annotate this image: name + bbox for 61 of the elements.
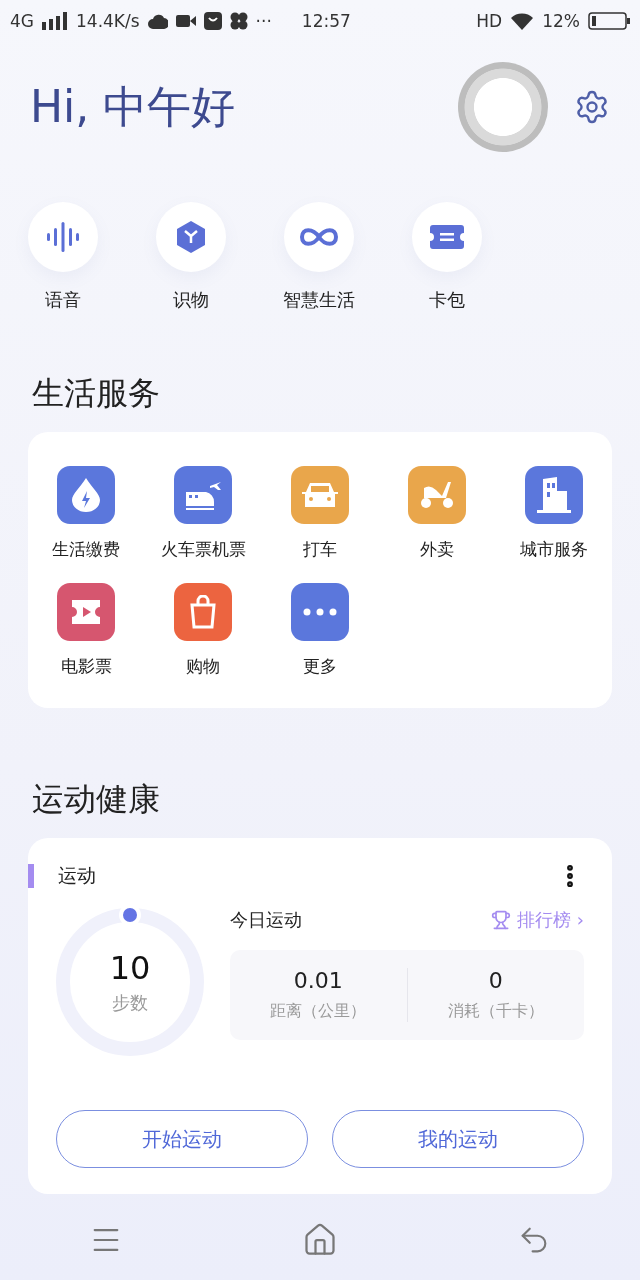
quick-action-label: 智慧生活 (283, 288, 355, 312)
trophy-icon (491, 910, 512, 930)
wifi-icon (510, 12, 535, 30)
bag-icon (203, 12, 222, 30)
infinity-icon (299, 226, 339, 248)
service-tile[interactable] (291, 583, 349, 641)
greeting: Hi, 中午好 (30, 79, 236, 134)
signal-icon (42, 12, 68, 30)
service-tile[interactable] (174, 583, 233, 641)
accent-bar (28, 864, 34, 888)
card-title: 运动 (58, 863, 97, 888)
stat-value: 0.01 (293, 968, 343, 993)
service-label: 电影票 (60, 655, 112, 678)
steps-count: 10 (109, 949, 151, 987)
today-label: 今日运动 (230, 908, 302, 932)
sport-button[interactable]: 开始运动 (56, 1110, 308, 1168)
voice-wave-icon (46, 222, 80, 252)
train-plane-icon (184, 480, 223, 510)
cube-icon (176, 221, 206, 253)
service-label: 外卖 (419, 538, 454, 561)
water-drop-icon (72, 478, 101, 512)
service-tile[interactable] (174, 466, 233, 524)
network-speed: 14.4K/s (76, 11, 140, 31)
service-tile[interactable] (407, 466, 466, 524)
service-tile[interactable] (291, 466, 349, 524)
sport-button[interactable]: 我的运动 (332, 1110, 584, 1168)
car-icon (302, 481, 338, 509)
more-dots-icon (303, 608, 337, 616)
stat-value: 0 (488, 968, 503, 993)
progress-dot (123, 908, 137, 922)
video-camera-icon (175, 14, 196, 28)
service-label: 打车 (303, 538, 337, 561)
service-label: 更多 (303, 655, 337, 678)
fan-icon (229, 12, 248, 30)
clock: 12:57 (301, 11, 351, 31)
service-label: 城市服务 (519, 538, 588, 561)
stat-label: 消耗（千卡） (447, 1001, 544, 1022)
service-tile[interactable] (57, 583, 116, 641)
network-type: 4G (10, 11, 34, 31)
section-title: 生活服务 (32, 373, 161, 414)
quick-action-label: 识物 (173, 288, 209, 312)
service-label: 火车票机票 (160, 538, 246, 561)
home-icon[interactable] (302, 1222, 338, 1258)
battery-percentage: 12% (542, 11, 580, 31)
section-title: 运动健康 (32, 779, 161, 820)
building-icon (536, 477, 571, 513)
service-label: 购物 (186, 655, 221, 678)
ticket-icon (430, 225, 464, 249)
quick-action-label: 卡包 (429, 288, 465, 312)
cloud-icon (147, 13, 168, 29)
more-notifications: ··· (255, 11, 272, 31)
hd-indicator: HD (476, 11, 503, 31)
stat-label: 距离（公里） (270, 1001, 367, 1022)
service-label: 生活缴费 (52, 538, 121, 561)
ranking-link[interactable]: 排行榜 › (491, 908, 584, 932)
quick-action-label: 语音 (45, 288, 81, 312)
steps-label: 步数 (112, 991, 148, 1015)
battery-icon (588, 12, 630, 30)
settings-icon[interactable] (574, 89, 610, 125)
service-tile[interactable] (524, 466, 583, 524)
service-tile[interactable] (57, 466, 116, 524)
